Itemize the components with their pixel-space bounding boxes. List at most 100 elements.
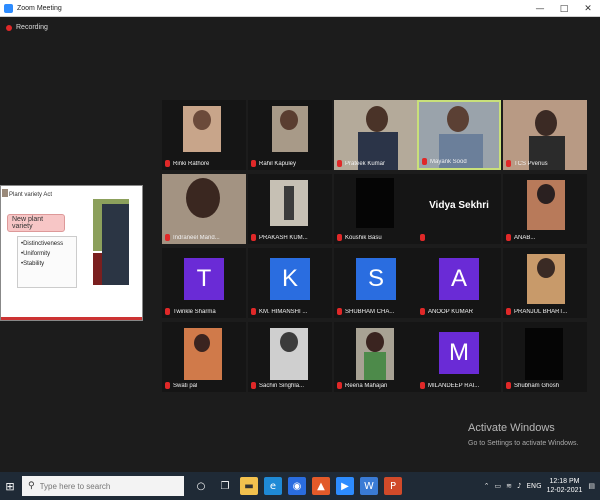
participant-face bbox=[535, 110, 557, 136]
participant-avatar: S bbox=[356, 258, 396, 300]
participant-name: ANOOP KUMAR bbox=[428, 308, 473, 315]
taskbar-clock[interactable]: 12:18 PM 12-02-2021 bbox=[547, 477, 583, 495]
windows-start-icon[interactable]: ⊞ bbox=[0, 472, 20, 500]
mic-muted-icon bbox=[251, 234, 256, 241]
participant-name: ANAB... bbox=[514, 234, 536, 241]
volume-icon[interactable]: ♪ bbox=[517, 482, 521, 490]
participant-name: KM. HIMANSHI ... bbox=[259, 308, 308, 315]
participant-name: Mayank Sood bbox=[430, 158, 467, 165]
mic-muted-icon bbox=[420, 234, 425, 241]
participant-tile-active-speaker[interactable]: Mayank Sood bbox=[417, 100, 501, 170]
participant-name: Sachin Singhla... bbox=[259, 382, 305, 389]
participant-tile[interactable]: T Twinkle Sharma bbox=[162, 248, 246, 318]
participant-avatar: T bbox=[184, 258, 224, 300]
participant-name: Swati pal bbox=[173, 382, 198, 389]
recording-indicator[interactable]: Recording bbox=[6, 24, 48, 31]
participant-tile[interactable]: Sachin Singhla... bbox=[248, 322, 332, 392]
mic-muted-icon bbox=[506, 382, 511, 389]
participant-video-off bbox=[525, 328, 563, 380]
mic-muted-icon bbox=[251, 308, 256, 315]
system-tray: ⌃ ▭ ≋ ♪ ENG 12:18 PM 12-02-2021 ▤ bbox=[484, 472, 600, 500]
mic-muted-icon bbox=[420, 382, 425, 389]
mic-muted-icon bbox=[165, 160, 170, 167]
wifi-icon[interactable]: ≋ bbox=[506, 482, 512, 490]
participant-tile[interactable]: S SHUBHAM CHA... bbox=[334, 248, 418, 318]
search-input[interactable] bbox=[39, 481, 170, 491]
participant-name: MILANDEEP RAI... bbox=[428, 382, 480, 389]
participant-tile[interactable]: Prateek Kumar bbox=[334, 100, 418, 170]
participant-name: Rahil Kapuley bbox=[259, 160, 297, 167]
slide-point: •Uniformity bbox=[21, 251, 51, 257]
zoom-app-icon[interactable]: ▶ bbox=[336, 477, 354, 495]
participant-face bbox=[366, 332, 384, 352]
participant-tile[interactable]: Reena Mahajan bbox=[334, 322, 418, 392]
participant-tile[interactable]: Swati pal bbox=[162, 322, 246, 392]
participant-name: PRANJUL BHART... bbox=[514, 308, 568, 315]
participant-tile[interactable]: TCS Pvenus bbox=[503, 100, 587, 170]
participant-tile[interactable]: Vidya Sekhri bbox=[417, 174, 501, 244]
participant-tile[interactable]: Shubham Ghosh bbox=[503, 322, 587, 392]
participant-name: Shubham Ghosh bbox=[514, 382, 560, 389]
cortana-icon[interactable]: ○ bbox=[192, 477, 210, 495]
mic-muted-icon bbox=[506, 160, 511, 167]
word-icon[interactable]: W bbox=[360, 477, 378, 495]
mic-muted-icon bbox=[506, 234, 511, 241]
participant-face bbox=[194, 334, 210, 352]
mic-muted-icon bbox=[337, 382, 342, 389]
participant-face bbox=[280, 332, 298, 352]
brave-icon[interactable]: ▲ bbox=[312, 477, 330, 495]
participant-face bbox=[366, 106, 388, 132]
slide-footer-bar bbox=[1, 317, 142, 320]
participant-tile[interactable]: Indraneel Mand... bbox=[162, 174, 246, 244]
slide-logo bbox=[2, 189, 8, 197]
shared-slide-thumbnail[interactable]: Plant variety Act New plant variety •Dis… bbox=[0, 185, 143, 321]
taskbar-search[interactable]: ⚲ bbox=[22, 476, 184, 496]
participant-face bbox=[186, 178, 220, 218]
participant-tile[interactable]: ANAB... bbox=[503, 174, 587, 244]
activate-windows-title: Activate Windows bbox=[468, 422, 555, 434]
notifications-icon[interactable]: ▤ bbox=[588, 482, 595, 490]
participant-tile[interactable]: Koushik Basu bbox=[334, 174, 418, 244]
mic-muted-icon bbox=[251, 382, 256, 389]
slide-presenter-overlay bbox=[102, 204, 129, 285]
participant-name: Prateek Kumar bbox=[345, 160, 386, 167]
search-icon: ⚲ bbox=[28, 481, 35, 491]
chevron-up-icon[interactable]: ⌃ bbox=[484, 482, 490, 490]
participant-body bbox=[284, 186, 294, 220]
minimize-button[interactable]: — bbox=[528, 0, 552, 17]
participant-name: PRAKASH KUM... bbox=[259, 234, 308, 241]
maximize-button[interactable]: □ bbox=[552, 0, 576, 17]
title-bar: Zoom Meeting — □ ✕ bbox=[0, 0, 600, 17]
slide-point: •Distinctiveness bbox=[21, 241, 64, 247]
participant-tile[interactable]: Rahil Kapuley bbox=[248, 100, 332, 170]
zoom-logo-icon bbox=[4, 3, 13, 13]
task-view-icon[interactable]: ❐ bbox=[216, 477, 234, 495]
language-indicator[interactable]: ENG bbox=[526, 482, 541, 490]
mic-muted-icon bbox=[422, 158, 427, 165]
participant-tile[interactable]: PRAKASH KUM... bbox=[248, 174, 332, 244]
participant-name: Twinkle Sharma bbox=[173, 308, 216, 315]
recording-label: Recording bbox=[16, 24, 48, 31]
activate-windows-hint: Go to Settings to activate Windows. bbox=[468, 440, 579, 447]
battery-icon[interactable]: ▭ bbox=[495, 482, 502, 490]
participant-name: Rinki Rathore bbox=[173, 160, 210, 167]
taskbar: ⊞ ⚲ ○ ❐ ▬ e ◉ ▲ ▶ W P ⌃ ▭ ≋ ♪ ENG 12:18 … bbox=[0, 472, 600, 500]
participant-tile[interactable]: PRANJUL BHART... bbox=[503, 248, 587, 318]
file-explorer-icon[interactable]: ▬ bbox=[240, 477, 258, 495]
powerpoint-icon[interactable]: P bbox=[384, 477, 402, 495]
participant-tile[interactable]: A ANOOP KUMAR bbox=[417, 248, 501, 318]
participant-face bbox=[193, 110, 211, 130]
participant-video-off bbox=[356, 178, 394, 228]
record-dot-icon bbox=[6, 24, 12, 31]
slide-title: Plant variety Act bbox=[9, 192, 53, 198]
chrome-icon[interactable]: ◉ bbox=[288, 477, 306, 495]
edge-browser-icon[interactable]: e bbox=[264, 477, 282, 495]
participant-tile[interactable]: K KM. HIMANSHI ... bbox=[248, 248, 332, 318]
participant-face bbox=[537, 184, 555, 204]
participant-tile[interactable]: M MILANDEEP RAI... bbox=[417, 322, 501, 392]
close-button[interactable]: ✕ bbox=[576, 0, 600, 17]
taskbar-apps: ○ ❐ ▬ e ◉ ▲ ▶ W P bbox=[192, 477, 408, 495]
mic-muted-icon bbox=[165, 382, 170, 389]
participant-tile[interactable]: Rinki Rathore bbox=[162, 100, 246, 170]
meeting-stage: Recording Plant variety Act New plant va… bbox=[0, 17, 600, 472]
